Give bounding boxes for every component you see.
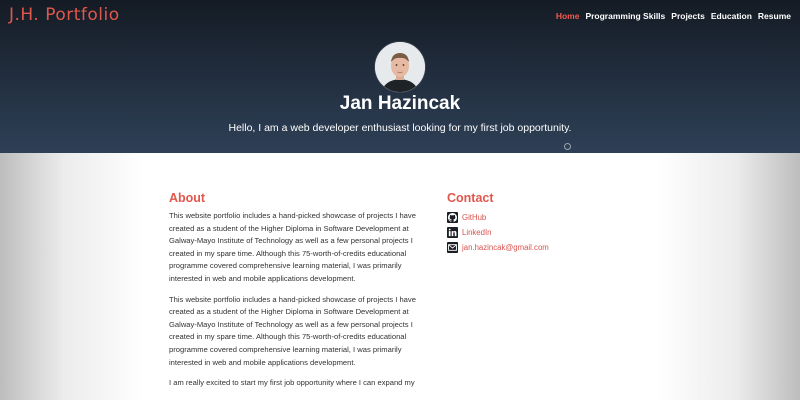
contact-section: Contact GitHub LinkedIn jan.hazincak@gma… xyxy=(447,191,647,255)
linkedin-link[interactable]: LinkedIn xyxy=(462,228,491,237)
github-icon[interactable] xyxy=(447,212,458,223)
page-title: Jan Hazincak xyxy=(339,93,461,114)
mail-icon[interactable] xyxy=(447,242,458,253)
about-paragraph: This website portfolio includes a hand-p… xyxy=(169,211,416,283)
contact-linkedin: LinkedIn xyxy=(447,225,647,240)
site-logo[interactable]: J.H. Portfolio xyxy=(9,5,120,25)
scroll-indicator-icon[interactable] xyxy=(564,143,571,150)
nav-home[interactable]: Home xyxy=(556,11,580,21)
about-section: About This website portfolio includes a … xyxy=(169,191,431,398)
contact-email: jan.hazincak@gmail.com xyxy=(447,240,647,255)
hero-banner: J.H. Portfolio Home Programming Skills P… xyxy=(0,0,800,153)
avatar xyxy=(375,42,425,92)
linkedin-icon[interactable] xyxy=(447,227,458,238)
email-link[interactable]: jan.hazincak@gmail.com xyxy=(462,243,549,252)
nav-programming-skills[interactable]: Programming Skills xyxy=(585,11,665,21)
main-nav: Home Programming Skills Projects Educati… xyxy=(550,11,791,21)
nav-projects[interactable]: Projects xyxy=(671,11,705,21)
nav-resume[interactable]: Resume xyxy=(758,11,791,21)
hero-tagline: Hello, I am a web developer enthusiast l… xyxy=(228,122,572,134)
about-paragraph: This website portfolio includes a hand-p… xyxy=(169,294,416,367)
about-paragraph: I am really excited to start my first jo… xyxy=(169,378,415,388)
contact-heading: Contact xyxy=(447,191,494,205)
github-link[interactable]: GitHub xyxy=(462,213,486,222)
nav-education[interactable]: Education xyxy=(711,11,752,21)
contact-github: GitHub xyxy=(447,210,647,225)
about-heading: About xyxy=(169,191,206,205)
